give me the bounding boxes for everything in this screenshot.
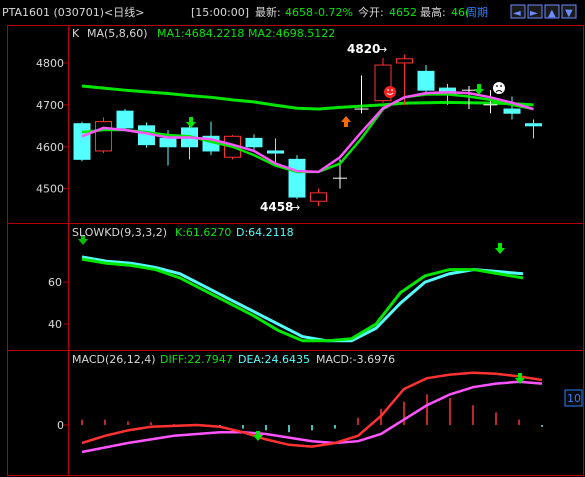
- macd-macd-value: MACD:-3.6976: [316, 353, 395, 366]
- kline-label: K: [72, 27, 80, 40]
- time-label: [15:00:00]: [191, 6, 249, 19]
- kd-y-tick-label: 40: [48, 318, 62, 331]
- frown-icon: [493, 82, 505, 94]
- candle-body: [417, 70, 435, 91]
- change-value: -0.72%: [314, 6, 353, 19]
- slowkd-d-value: D:64.2118: [236, 226, 294, 239]
- open-price-value: 4652: [389, 6, 417, 19]
- kd-y-tick-label: 60: [48, 276, 62, 289]
- low-arrow-icon: →: [291, 201, 300, 214]
- macd-label: MACD(26,12,4): [72, 353, 156, 366]
- low-annotation: 4458: [260, 200, 293, 214]
- nav-left-icon: ◄: [513, 8, 521, 19]
- candle-body: [525, 123, 542, 127]
- candle-body: [73, 123, 91, 160]
- candle-body: [245, 137, 263, 148]
- candle-body: [267, 150, 284, 154]
- kline-y-tick-label: 4800: [36, 57, 64, 70]
- macd-y-tick-label: 0: [57, 419, 64, 432]
- high-price-label: 最高:: [420, 5, 446, 19]
- slowkd-k-value: K:61.6270: [175, 226, 231, 239]
- smile-icon: [384, 86, 396, 98]
- nav-down-icon: ▼: [565, 8, 573, 19]
- macd-dea-value: DEA:24.6435: [238, 353, 310, 366]
- ma2-value: MA2:4698.5122: [248, 27, 335, 40]
- symbol-label: PTA1601 (030701)<日线>: [2, 5, 145, 19]
- slowkd-label: SLOWKD(9,3,3,2): [72, 226, 167, 239]
- high-arrow-icon: →: [378, 43, 387, 56]
- candle-body: [310, 192, 327, 202]
- kline-y-tick-label: 4600: [36, 141, 64, 154]
- ma1-value: MA1:4684.2218: [157, 27, 244, 40]
- candle-body: [288, 158, 306, 198]
- macd-diff-value: DIFF:22.7947: [160, 353, 233, 366]
- side-badge-label: 10: [567, 392, 581, 405]
- candle-body: [396, 58, 413, 64]
- kline-y-tick-label: 4500: [36, 183, 64, 196]
- kline-y-tick-label: 4700: [36, 99, 64, 112]
- side-badge[interactable]: 10: [564, 389, 583, 407]
- nav-up-icon: ▲: [548, 8, 556, 19]
- last-price-label: 最新:: [255, 5, 281, 19]
- last-price-value: 4658: [285, 6, 313, 19]
- chart-canvas: PTA1601 (030701)<日线> [15:00:00] 最新: 4658…: [0, 0, 585, 477]
- open-price-label: 今开:: [358, 5, 384, 19]
- candle-body: [159, 137, 177, 148]
- ma-params-label: MA(5,8,60): [87, 27, 148, 40]
- period-button[interactable]: 周期: [466, 6, 488, 19]
- candle-body: [503, 108, 521, 114]
- candle-body: [116, 110, 134, 129]
- candle-body: [95, 121, 112, 152]
- nav-right-icon: ►: [530, 8, 538, 19]
- high-annotation: 4820: [347, 42, 380, 56]
